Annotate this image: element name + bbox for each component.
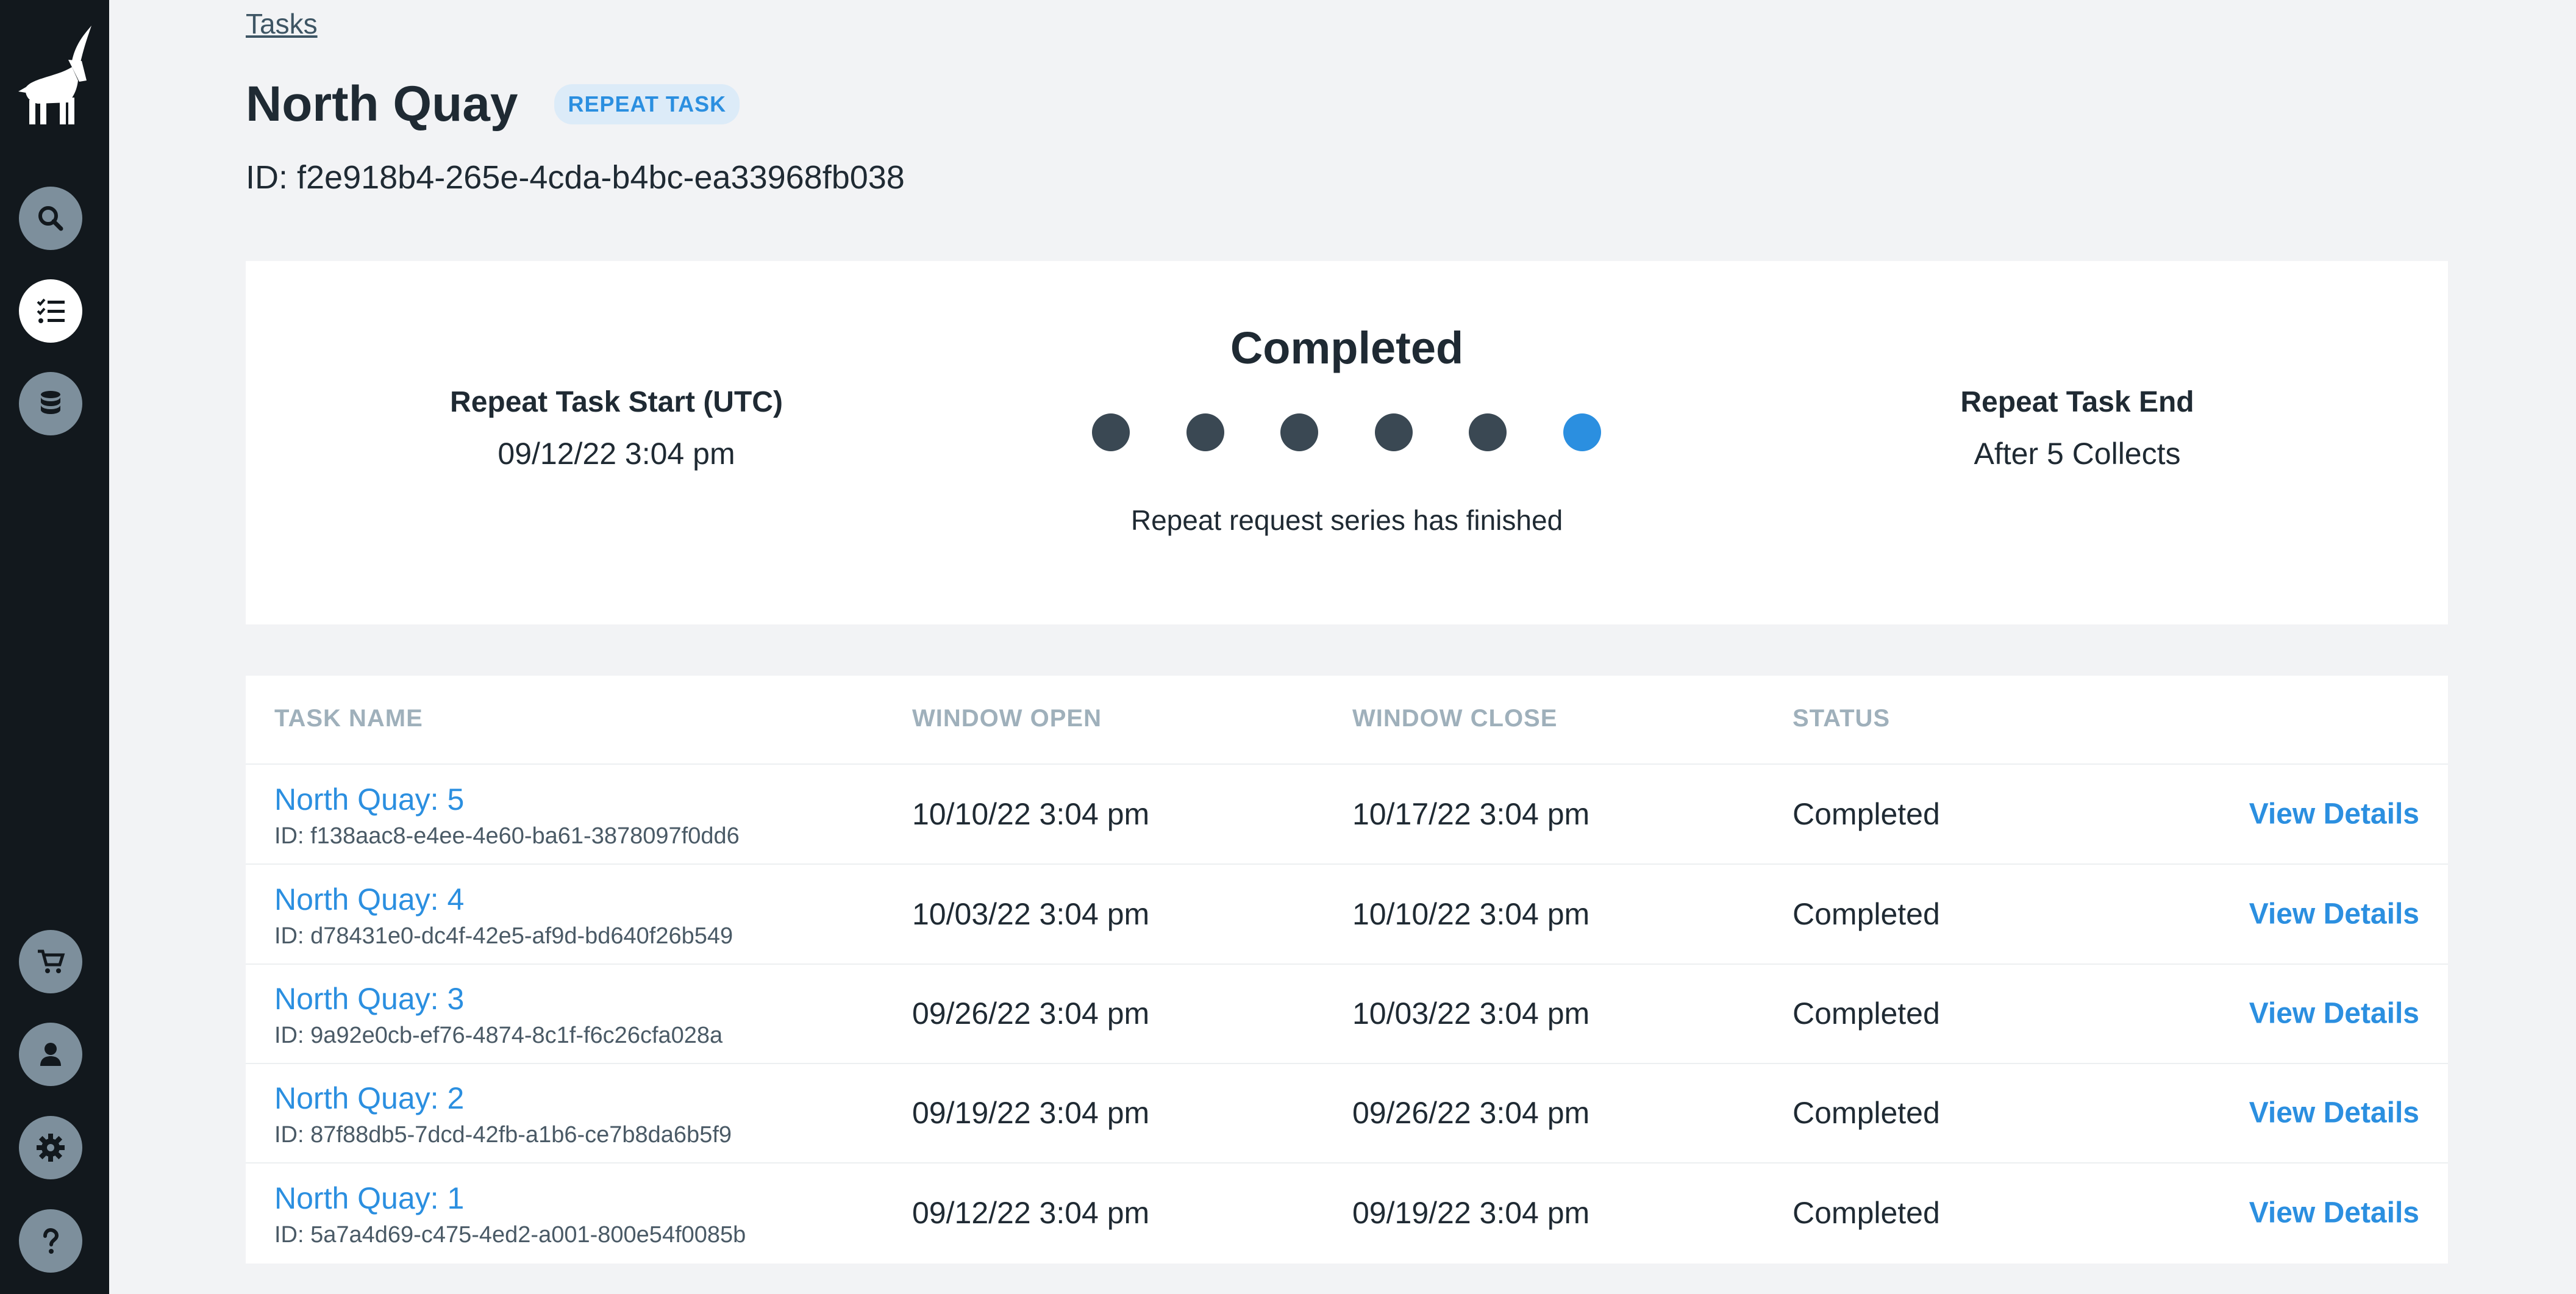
task-id-text: ID: f138aac8-e4ee-4e60-ba61-3878097f0dd6: [274, 823, 740, 849]
status-cell: Completed: [1793, 797, 1940, 831]
status-cell: Completed: [1793, 1096, 1940, 1130]
repeat-end-block: Repeat Task End After 5 Collects: [1707, 385, 2448, 471]
task-name-link[interactable]: North Quay: 4: [274, 882, 464, 917]
task-id-text: ID: 87f88db5-7dcd-42fb-a1b6-ce7b8da6b5f9: [274, 1122, 732, 1148]
progress-dot: [1280, 413, 1318, 451]
table-row: North Quay: 4 ID: d78431e0-dc4f-42e5-af9…: [246, 865, 2448, 965]
task-name-link[interactable]: North Quay: 5: [274, 782, 464, 817]
task-id: ID: f2e918b4-265e-4cda-b4bc-ea33968fb038: [246, 159, 905, 196]
header-task-name: TASK NAME: [274, 705, 423, 732]
task-name-link[interactable]: North Quay: 2: [274, 1081, 464, 1116]
view-details-link[interactable]: View Details: [2249, 798, 2419, 831]
progress-dot: [1469, 413, 1507, 451]
task-name-link[interactable]: North Quay: 3: [274, 981, 464, 1017]
header-window-open: WINDOW OPEN: [912, 705, 1102, 732]
repeat-start-label: Repeat Task Start (UTC): [450, 386, 783, 418]
status-cell: Completed: [1793, 996, 1940, 1031]
status-description: Repeat request series has finished: [1130, 504, 1563, 536]
view-details-link[interactable]: View Details: [2249, 898, 2419, 931]
repeat-end-value: After 5 Collects: [1974, 437, 2181, 471]
header-window-close: WINDOW CLOSE: [1352, 705, 1558, 732]
window-open-cell: 09/26/22 3:04 pm: [912, 996, 1150, 1031]
window-open-cell: 10/10/22 3:04 pm: [912, 797, 1150, 831]
ibex-logo-icon[interactable]: [13, 24, 96, 128]
table-row: North Quay: 2 ID: 87f88db5-7dcd-42fb-a1b…: [246, 1063, 2448, 1164]
repeat-start-block: Repeat Task Start (UTC) 09/12/22 3:04 pm: [246, 385, 987, 471]
repeat-start-value: 09/12/22 3:04 pm: [498, 437, 735, 471]
window-close-cell: 10/17/22 3:04 pm: [1352, 797, 1590, 831]
header-status: STATUS: [1793, 705, 1891, 732]
status-card: Repeat Task Start (UTC) 09/12/22 3:04 pm…: [246, 261, 2448, 624]
repeat-end-label: Repeat Task End: [1960, 386, 2194, 418]
window-open-cell: 09/12/22 3:04 pm: [912, 1196, 1150, 1230]
table-row: North Quay: 3 ID: 9a92e0cb-ef76-4874-8c1…: [246, 964, 2448, 1064]
task-id-text: ID: 9a92e0cb-ef76-4874-8c1f-f6c26cfa028a: [274, 1023, 723, 1048]
task-id-text: ID: 5a7a4d69-c475-4ed2-a001-800e54f0085b: [274, 1222, 746, 1248]
progress-dot-current: [1563, 413, 1601, 451]
progress-dot: [1375, 413, 1413, 451]
window-close-cell: 09/26/22 3:04 pm: [1352, 1096, 1590, 1130]
window-close-cell: 10/10/22 3:04 pm: [1352, 897, 1590, 931]
task-list-icon[interactable]: [19, 279, 82, 343]
window-open-cell: 10/03/22 3:04 pm: [912, 897, 1150, 931]
view-details-link[interactable]: View Details: [2249, 1196, 2419, 1230]
progress-dots: [1092, 413, 1604, 452]
user-icon[interactable]: [19, 1023, 82, 1086]
table-header: TASK NAME WINDOW OPEN WINDOW CLOSE STATU…: [246, 676, 2448, 765]
breadcrumb-tasks-link[interactable]: Tasks: [246, 7, 318, 40]
window-open-cell: 09/19/22 3:04 pm: [912, 1096, 1150, 1130]
search-icon[interactable]: [19, 187, 82, 250]
window-close-cell: 10/03/22 3:04 pm: [1352, 996, 1590, 1031]
title-row: North Quay REPEAT TASK: [246, 76, 740, 133]
gear-icon[interactable]: [19, 1116, 82, 1179]
view-details-link[interactable]: View Details: [2249, 997, 2419, 1031]
status-cell: Completed: [1793, 897, 1940, 931]
progress-dot: [1186, 413, 1224, 451]
status-cell: Completed: [1793, 1196, 1940, 1230]
progress-dot: [1092, 413, 1130, 451]
view-details-link[interactable]: View Details: [2249, 1096, 2419, 1130]
sidebar: [0, 0, 109, 1294]
task-id-text: ID: d78431e0-dc4f-42e5-af9d-bd640f26b549: [274, 923, 733, 949]
tasks-table: TASK NAME WINDOW OPEN WINDOW CLOSE STATU…: [246, 676, 2448, 1264]
window-close-cell: 09/19/22 3:04 pm: [1352, 1196, 1590, 1230]
database-icon[interactable]: [19, 372, 82, 435]
status-title: Completed: [1230, 323, 1464, 373]
cart-icon[interactable]: [19, 930, 82, 993]
table-row: North Quay: 5 ID: f138aac8-e4ee-4e60-ba6…: [246, 765, 2448, 865]
task-name-link[interactable]: North Quay: 1: [274, 1181, 464, 1216]
page-title: North Quay: [246, 76, 518, 132]
help-icon[interactable]: [19, 1209, 82, 1273]
repeat-task-badge: REPEAT TASK: [554, 84, 740, 124]
table-row: North Quay: 1 ID: 5a7a4d69-c475-4ed2-a00…: [246, 1164, 2448, 1262]
